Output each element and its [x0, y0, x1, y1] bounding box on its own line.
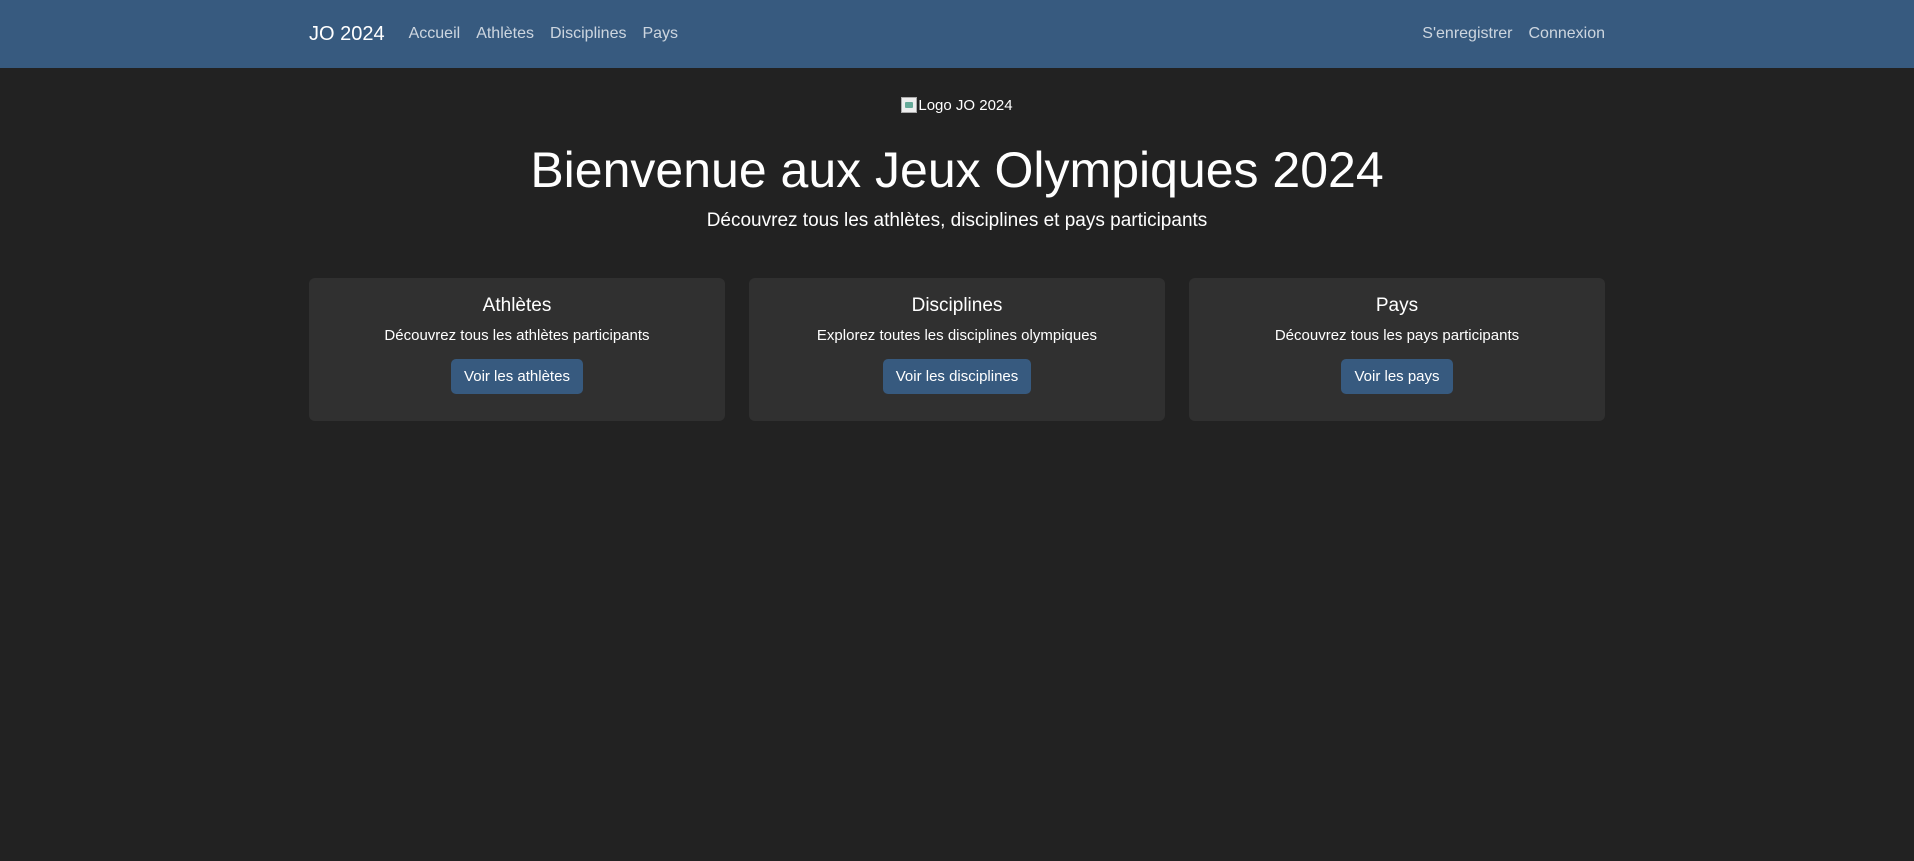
view-disciplines-button[interactable]: Voir les disciplines	[882, 359, 1032, 394]
view-pays-button[interactable]: Voir les pays	[1341, 359, 1453, 394]
login-link[interactable]: Connexion	[1529, 25, 1606, 43]
nav-link-disciplines[interactable]: Disciplines	[550, 25, 626, 43]
nav-link-pays[interactable]: Pays	[642, 25, 678, 43]
card-text: Explorez toutes les disciplines olympiqu…	[816, 327, 1098, 344]
nav-link-athletes[interactable]: Athlètes	[476, 25, 534, 43]
navbar-right: S'enregistrer Connexion	[1422, 25, 1605, 43]
view-athletes-button[interactable]: Voir les athlètes	[451, 359, 583, 394]
navbar-left: JO 2024 Accueil Athlètes Disciplines Pay…	[309, 23, 694, 46]
navbar-container: JO 2024 Accueil Athlètes Disciplines Pay…	[309, 23, 1605, 46]
broken-image-icon	[901, 97, 918, 113]
card-title: Athlètes	[482, 295, 552, 316]
card-disciplines: Disciplines Explorez toutes les discipli…	[749, 278, 1165, 421]
card-text: Découvrez tous les pays participants	[1274, 327, 1520, 344]
logo-alt-text: Logo JO 2024	[918, 96, 1013, 114]
card-title: Disciplines	[911, 295, 1003, 316]
card-athletes: Athlètes Découvrez tous les athlètes par…	[309, 278, 725, 421]
register-link[interactable]: S'enregistrer	[1422, 25, 1512, 43]
brand-link[interactable]: JO 2024	[309, 23, 385, 46]
hero-section: Logo JO 2024 Bienvenue aux Jeux Olympiqu…	[0, 68, 1914, 232]
page-title: Bienvenue aux Jeux Olympiques 2024	[530, 142, 1384, 198]
card-title: Pays	[1375, 295, 1419, 316]
top-navbar: JO 2024 Accueil Athlètes Disciplines Pay…	[0, 0, 1914, 68]
nav-link-accueil[interactable]: Accueil	[409, 25, 461, 43]
logo-image: Logo JO 2024	[901, 94, 1013, 116]
cards-row: Athlètes Découvrez tous les athlètes par…	[309, 278, 1605, 421]
page-subtitle: Découvrez tous les athlètes, disciplines…	[706, 210, 1208, 231]
card-pays: Pays Découvrez tous les pays participant…	[1189, 278, 1605, 421]
card-text: Découvrez tous les athlètes participants	[384, 327, 650, 344]
